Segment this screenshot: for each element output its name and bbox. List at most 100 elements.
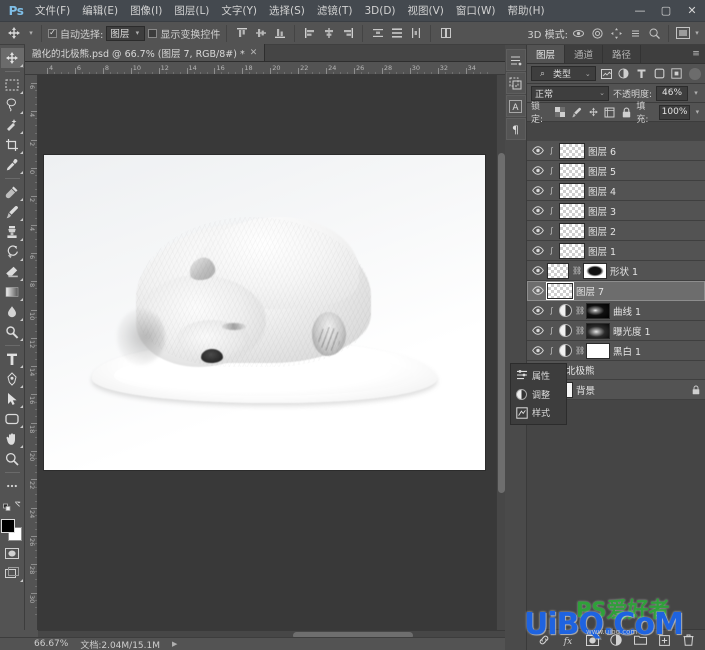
move-tool-icon[interactable] xyxy=(4,24,24,43)
table-row[interactable]: ∫ ⛓ 曲线 1 xyxy=(527,301,705,321)
minimize-button[interactable]: — xyxy=(627,0,653,22)
menu-item-edit[interactable]: 编辑(E) xyxy=(76,2,124,20)
align-horizontal-centers-icon[interactable] xyxy=(320,25,337,42)
layer-link-icon[interactable]: ∫ xyxy=(547,146,556,155)
maximize-button[interactable]: ▢ xyxy=(653,0,679,22)
flyout-item-adjustments[interactable]: 调整 xyxy=(511,385,566,404)
opacity-caret-icon[interactable]: ▾ xyxy=(692,89,700,97)
horizontal-ruler[interactable]: 46810121416182022242628303234 xyxy=(25,62,505,75)
layer-link-icon[interactable]: ∫ xyxy=(547,326,556,335)
table-row[interactable]: ∫ 图层 6 xyxy=(527,141,705,161)
menu-item-filter[interactable]: 滤镜(T) xyxy=(311,2,359,20)
align-vertical-centers-icon[interactable] xyxy=(252,25,269,42)
layer-style-icon[interactable]: fx xyxy=(561,633,575,647)
distribute-top-edges-icon[interactable] xyxy=(369,25,386,42)
layer-thumbnail[interactable] xyxy=(559,143,585,159)
layer-comps-panel-icon[interactable] xyxy=(506,72,526,94)
layer-thumbnail[interactable] xyxy=(559,163,585,179)
layer-name[interactable]: 图层 6 xyxy=(588,144,616,158)
table-row[interactable]: ∫ 图层 4 xyxy=(527,181,705,201)
rectangular-marquee-tool[interactable] xyxy=(1,75,24,95)
lasso-tool[interactable] xyxy=(1,95,24,115)
close-icon[interactable]: ✕ xyxy=(250,48,258,58)
tab-paths[interactable]: 路径 xyxy=(603,45,641,63)
layer-name[interactable]: 曝光度 1 xyxy=(613,324,651,338)
layer-name[interactable]: 图层 5 xyxy=(588,164,616,178)
panel-flyout-menu[interactable]: 属性 调整 样式 xyxy=(510,363,567,425)
lock-image-pixels-icon[interactable] xyxy=(570,105,583,119)
table-row[interactable]: ∫ 图层 1 xyxy=(527,241,705,261)
3d-roll-icon[interactable] xyxy=(589,25,606,42)
menu-item-view[interactable]: 视图(V) xyxy=(402,2,450,20)
layer-visibility-icon[interactable] xyxy=(531,166,544,175)
adjustment-blackwhite-icon[interactable] xyxy=(559,344,572,357)
blur-tool[interactable] xyxy=(1,302,24,322)
layer-link-icon[interactable]: ∫ xyxy=(547,166,556,175)
align-left-edges-icon[interactable] xyxy=(301,25,318,42)
adjustment-curves-icon[interactable] xyxy=(559,304,572,317)
status-expand-arrow-icon[interactable]: ▶ xyxy=(172,640,177,648)
hand-tool[interactable] xyxy=(1,429,24,449)
layer-name[interactable]: 背景 xyxy=(576,383,595,397)
foreground-color-swatch[interactable] xyxy=(1,519,15,533)
layer-thumbnail[interactable] xyxy=(559,243,585,259)
zoom-tool[interactable] xyxy=(1,449,24,469)
canvas-workspace[interactable] xyxy=(38,75,505,630)
zoom-level[interactable]: 66.67% xyxy=(34,639,68,649)
link-layers-icon[interactable] xyxy=(537,633,551,647)
quick-selection-tool[interactable] xyxy=(1,115,24,135)
layer-link-icon[interactable]: ∫ xyxy=(547,226,556,235)
menu-item-window[interactable]: 窗口(W) xyxy=(450,2,502,20)
fill-caret-icon[interactable]: ▾ xyxy=(694,108,701,116)
tab-channels[interactable]: 通道 xyxy=(565,45,603,63)
gradient-tool[interactable] xyxy=(1,282,24,302)
brush-tool[interactable] xyxy=(1,202,24,222)
menu-item-layer[interactable]: 图层(L) xyxy=(168,2,215,20)
layer-link-icon[interactable]: ∫ xyxy=(547,246,556,255)
auto-select-checkbox[interactable]: ✓ xyxy=(48,29,57,38)
layer-name[interactable]: 图层 1 xyxy=(588,244,616,258)
pen-tool[interactable] xyxy=(1,369,24,389)
menu-item-help[interactable]: 帮助(H) xyxy=(502,2,551,20)
mask-link-icon[interactable]: ⛓ xyxy=(572,266,580,275)
opacity-value[interactable]: 46% xyxy=(656,86,688,101)
color-swatches[interactable] xyxy=(0,519,24,543)
document-tab[interactable]: 融化的北极熊.psd @ 66.7% (图层 7, RGB/8#) * ✕ xyxy=(25,44,265,61)
quick-mask-toggle[interactable] xyxy=(1,543,24,563)
new-adjustment-layer-icon[interactable] xyxy=(609,633,623,647)
layer-link-icon[interactable]: ∫ xyxy=(547,186,556,195)
path-selection-tool[interactable] xyxy=(1,389,24,409)
layer-visibility-icon[interactable] xyxy=(531,226,544,235)
layer-visibility-icon[interactable] xyxy=(531,346,544,355)
add-mask-icon[interactable] xyxy=(585,633,599,647)
layer-name[interactable]: 图层 7 xyxy=(576,284,604,298)
layer-name[interactable]: 图层 3 xyxy=(588,204,616,218)
flyout-item-styles[interactable]: 样式 xyxy=(511,403,566,422)
rectangle-tool[interactable] xyxy=(1,409,24,429)
layer-link-icon[interactable]: ∫ xyxy=(547,206,556,215)
artboard[interactable] xyxy=(44,155,485,470)
menu-item-image[interactable]: 图像(I) xyxy=(124,2,168,20)
auto-align-layers-icon[interactable] xyxy=(437,25,454,42)
canvas-vertical-scroll-thumb[interactable] xyxy=(498,153,505,493)
layer-visibility-icon[interactable] xyxy=(531,206,544,215)
menu-item-select[interactable]: 选择(S) xyxy=(263,2,311,20)
layer-visibility-icon[interactable] xyxy=(531,286,544,295)
close-button[interactable]: ✕ xyxy=(679,0,705,22)
filter-smartobject-icon[interactable] xyxy=(670,66,685,81)
layer-visibility-icon[interactable] xyxy=(531,306,544,315)
align-bottom-edges-icon[interactable] xyxy=(271,25,288,42)
fill-value[interactable]: 100% xyxy=(659,105,690,120)
align-right-edges-icon[interactable] xyxy=(339,25,356,42)
tool-preset-caret-icon[interactable]: ▾ xyxy=(27,29,35,37)
show-transform-checkbox[interactable] xyxy=(148,29,157,38)
layer-thumbnail[interactable] xyxy=(559,203,585,219)
mask-link-icon[interactable]: ⛓ xyxy=(575,306,583,315)
distribute-bottom-edges-icon[interactable] xyxy=(407,25,424,42)
screen-mode-toggle[interactable] xyxy=(1,563,24,583)
layer-thumbnail[interactable] xyxy=(547,263,569,279)
layer-link-icon[interactable]: ∫ xyxy=(547,306,556,315)
table-row[interactable]: ∫ 图层 3 xyxy=(527,201,705,221)
delete-layer-icon[interactable] xyxy=(681,633,695,647)
layer-visibility-icon[interactable] xyxy=(531,246,544,255)
